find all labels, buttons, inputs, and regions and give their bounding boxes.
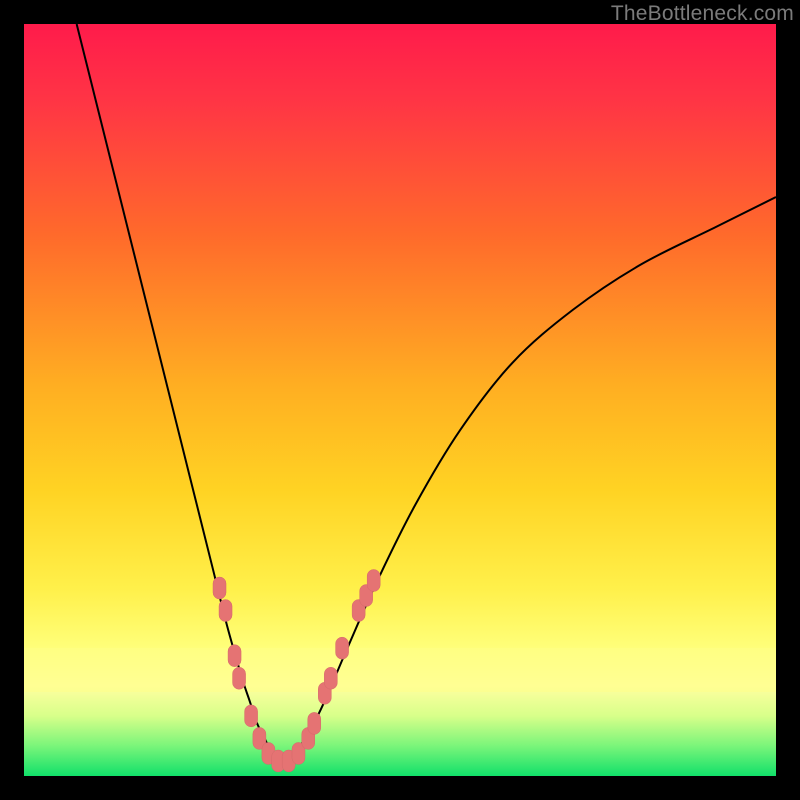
marker-point [367, 569, 380, 591]
marker-point [245, 705, 258, 727]
marker-point [324, 667, 337, 689]
marker-point [308, 712, 321, 734]
chart-frame [24, 24, 776, 776]
marker-point [213, 577, 226, 599]
marker-point [219, 600, 232, 622]
highlight-band [24, 648, 776, 692]
watermark-text: TheBottleneck.com [611, 2, 794, 26]
marker-point [336, 637, 349, 659]
marker-point [228, 645, 241, 667]
marker-point [233, 667, 246, 689]
chart-svg [24, 24, 776, 776]
